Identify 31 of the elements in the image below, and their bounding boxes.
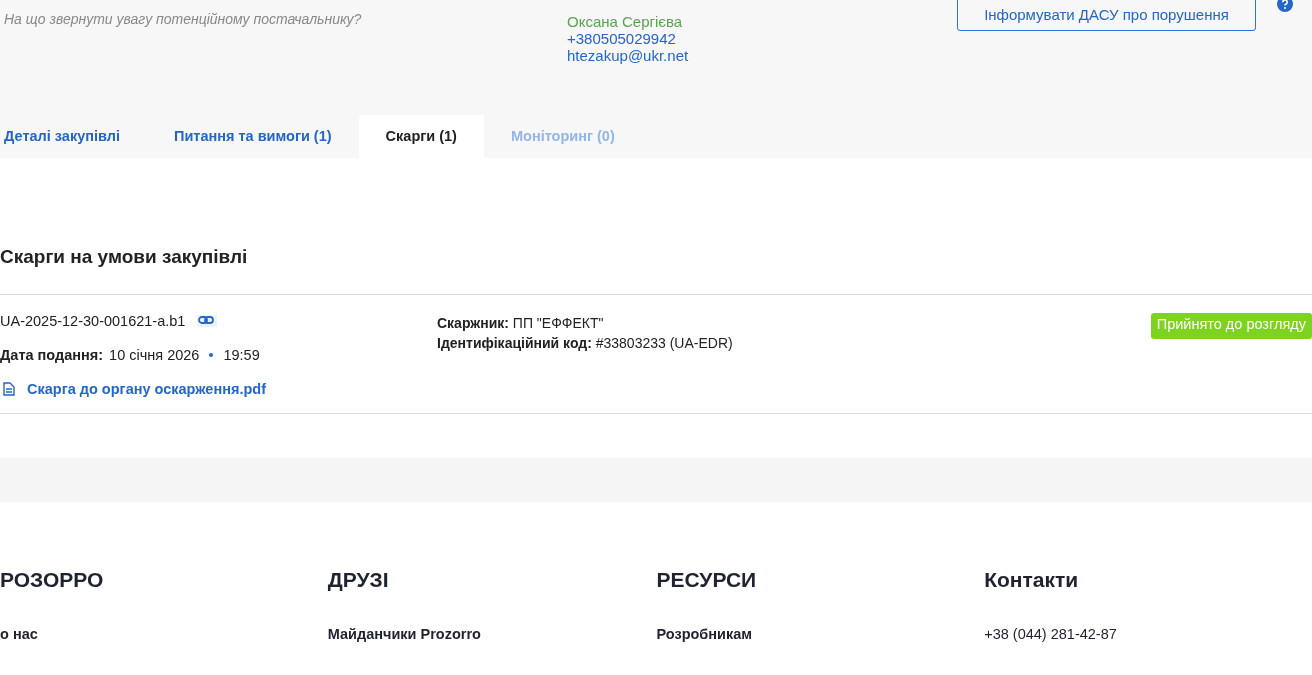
report-button[interactable]: Інформувати ДАСУ про порушення — [957, 0, 1256, 31]
document-link[interactable]: Скарга до органу оскарження.pdf — [3, 381, 437, 397]
status-badge: Прийнято до розгляду — [1150, 313, 1312, 339]
footer-link[interactable]: Розробникам — [656, 626, 753, 642]
footer-link[interactable]: Майданчики Prozorro — [327, 626, 481, 642]
footer-heading: РЕСУРСИ — [656, 568, 757, 592]
email-link[interactable]: htezakup@ukr.net — [567, 47, 957, 64]
dot-icon — [209, 353, 214, 357]
hint-text: На що звернути увагу потенційному постачальнику? — [3, 10, 363, 29]
section-title: Скарги на умови закупівлі — [0, 246, 249, 268]
complainant-label: Скаржник: — [437, 315, 509, 331]
footer-link[interactable]: о нас — [0, 626, 38, 642]
code-label: Ідентифікаційний код: — [437, 335, 592, 351]
link-icon[interactable] — [197, 315, 218, 327]
tab[interactable]: Питання та вимоги (1) — [146, 115, 359, 158]
phone-link[interactable]: +380505029942 — [567, 30, 957, 47]
footer-heading: РОЗОРРО — [0, 568, 104, 592]
date-label: Дата подання: — [0, 347, 104, 363]
code-text: #33803233 (UA-EDR) — [595, 335, 733, 351]
footer-link[interactable]: +38 (044) 281-42-87 — [984, 626, 1117, 642]
time-text: 19:59 — [223, 347, 260, 363]
help-icon[interactable] — [1277, 0, 1293, 12]
complainant-name: ПП "ЕФФЕКТ" — [512, 315, 604, 331]
document-icon — [3, 382, 15, 396]
tab[interactable]: Скарги (1) — [358, 115, 484, 158]
contact-name: Оксана Сергієва — [567, 13, 684, 30]
footer-heading: ДРУЗІ — [327, 568, 389, 592]
footer-heading: Контакти — [984, 568, 1079, 592]
date-text: 10 січня 2026 — [109, 347, 200, 363]
tab[interactable]: Деталі закупівлі — [0, 115, 147, 158]
complaint-id: UA-2025-12-30-001621-a.b1 — [0, 313, 186, 329]
